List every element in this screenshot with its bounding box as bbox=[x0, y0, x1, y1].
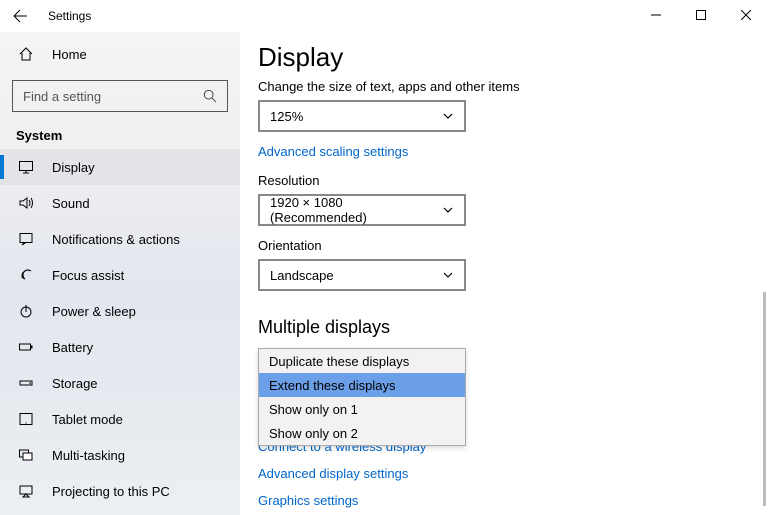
sidebar-item-sound[interactable]: Sound bbox=[0, 185, 240, 221]
sidebar-item-label: Notifications & actions bbox=[52, 232, 180, 247]
search-placeholder: Find a setting bbox=[23, 89, 101, 104]
sidebar-item-multitasking[interactable]: Multi-tasking bbox=[0, 437, 240, 473]
back-button[interactable] bbox=[0, 0, 40, 32]
close-button[interactable] bbox=[723, 0, 768, 30]
orientation-value: Landscape bbox=[270, 268, 334, 283]
scale-value: 125% bbox=[270, 109, 303, 124]
sidebar-item-battery[interactable]: Battery bbox=[0, 329, 240, 365]
content-pane: Display Change the size of text, apps an… bbox=[240, 32, 768, 515]
sidebar-item-label: Battery bbox=[52, 340, 93, 355]
sound-icon bbox=[16, 195, 36, 211]
sidebar-item-power-sleep[interactable]: Power & sleep bbox=[0, 293, 240, 329]
home-button[interactable]: Home bbox=[0, 36, 240, 72]
dropdown-option-duplicate[interactable]: Duplicate these displays bbox=[259, 349, 465, 373]
resolution-value: 1920 × 1080 (Recommended) bbox=[270, 195, 442, 225]
tablet-icon bbox=[16, 411, 36, 427]
sidebar-item-label: Focus assist bbox=[52, 268, 124, 283]
sidebar-item-focus-assist[interactable]: Focus assist bbox=[0, 257, 240, 293]
home-label: Home bbox=[52, 47, 87, 62]
dropdown-option-extend[interactable]: Extend these displays bbox=[259, 373, 465, 397]
search-input[interactable]: Find a setting bbox=[12, 80, 228, 112]
search-icon bbox=[203, 89, 217, 103]
resolution-dropdown[interactable]: 1920 × 1080 (Recommended) bbox=[258, 194, 466, 226]
page-title: Display bbox=[258, 42, 768, 73]
scrollbar[interactable] bbox=[763, 292, 766, 506]
sidebar-item-label: Projecting to this PC bbox=[52, 484, 170, 499]
scale-label: Change the size of text, apps and other … bbox=[258, 79, 768, 94]
scale-dropdown[interactable]: 125% bbox=[258, 100, 466, 132]
chevron-down-icon bbox=[442, 269, 454, 281]
maximize-icon bbox=[696, 10, 706, 20]
section-header: System bbox=[0, 120, 240, 149]
window-title: Settings bbox=[40, 9, 91, 23]
chevron-down-icon bbox=[442, 110, 454, 122]
orientation-label: Orientation bbox=[258, 238, 768, 253]
chevron-down-icon bbox=[442, 204, 454, 216]
sidebar-item-label: Multi-tasking bbox=[52, 448, 125, 463]
back-arrow-icon bbox=[12, 8, 28, 24]
sidebar-item-label: Sound bbox=[52, 196, 90, 211]
storage-icon bbox=[16, 375, 36, 391]
projecting-icon bbox=[16, 483, 36, 499]
maximize-button[interactable] bbox=[678, 0, 723, 30]
sidebar-item-projecting[interactable]: Projecting to this PC bbox=[0, 473, 240, 509]
sidebar: Home Find a setting System Display Sound… bbox=[0, 32, 240, 515]
graphics-settings-link[interactable]: Graphics settings bbox=[258, 493, 426, 508]
advanced-display-link[interactable]: Advanced display settings bbox=[258, 466, 426, 481]
sidebar-item-display[interactable]: Display bbox=[0, 149, 240, 185]
resolution-label: Resolution bbox=[258, 173, 768, 188]
notifications-icon bbox=[16, 231, 36, 247]
multitasking-icon bbox=[16, 447, 36, 463]
display-icon bbox=[16, 159, 36, 175]
minimize-icon bbox=[651, 10, 661, 20]
battery-icon bbox=[16, 339, 36, 355]
focus-assist-icon bbox=[16, 267, 36, 283]
minimize-button[interactable] bbox=[633, 0, 678, 30]
sidebar-item-notifications[interactable]: Notifications & actions bbox=[0, 221, 240, 257]
advanced-scaling-link[interactable]: Advanced scaling settings bbox=[258, 144, 768, 159]
sidebar-item-label: Display bbox=[52, 160, 95, 175]
sidebar-item-label: Storage bbox=[52, 376, 98, 391]
multiple-displays-heading: Multiple displays bbox=[258, 317, 768, 338]
sidebar-item-label: Power & sleep bbox=[52, 304, 136, 319]
power-icon bbox=[16, 303, 36, 319]
sidebar-item-label: Tablet mode bbox=[52, 412, 123, 427]
multiple-displays-dropdown-open[interactable]: Duplicate these displays Extend these di… bbox=[258, 348, 466, 446]
sidebar-item-storage[interactable]: Storage bbox=[0, 365, 240, 401]
close-icon bbox=[741, 10, 751, 20]
sidebar-item-tablet-mode[interactable]: Tablet mode bbox=[0, 401, 240, 437]
dropdown-option-show-2[interactable]: Show only on 2 bbox=[259, 421, 465, 445]
dropdown-option-show-1[interactable]: Show only on 1 bbox=[259, 397, 465, 421]
home-icon bbox=[16, 46, 36, 62]
orientation-dropdown[interactable]: Landscape bbox=[258, 259, 466, 291]
